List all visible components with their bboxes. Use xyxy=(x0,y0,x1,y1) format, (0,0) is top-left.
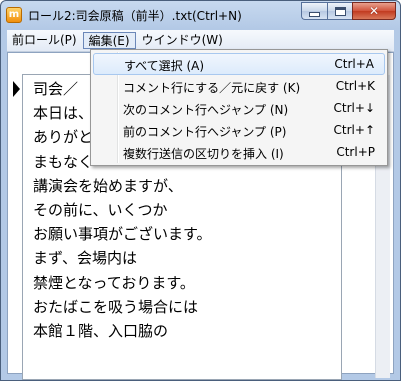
menu-item-label: すべて選択 (A) xyxy=(124,59,205,73)
maximize-icon xyxy=(334,6,346,16)
menu-item-shortcut: Ctrl+↓ xyxy=(333,101,375,115)
close-button[interactable]: ✕ xyxy=(352,2,396,20)
close-icon: ✕ xyxy=(368,4,380,18)
menu-item-toggle-comment[interactable]: コメント行にする／元に戻す (K) Ctrl+K xyxy=(93,76,385,98)
menu-edit[interactable]: 編集(E) xyxy=(82,32,136,49)
text-line: まず、会場内は xyxy=(33,249,137,268)
window-title: ロール2:司会原稿（前半）.txt(Ctrl+N) xyxy=(28,9,242,23)
menu-item-label: コメント行にする／元に戻す (K) xyxy=(123,81,301,95)
current-line-marker-icon xyxy=(13,81,20,97)
menu-item-prev-comment[interactable]: 前のコメント行へジャンプ (P) Ctrl+↑ xyxy=(93,120,385,142)
edit-menu-dropdown: すべて選択 (A) Ctrl+A コメント行にする／元に戻す (K) Ctrl+… xyxy=(90,49,388,166)
menu-item-label: 次のコメント行へジャンプ (N) xyxy=(123,103,289,117)
title-bar[interactable]: m ロール2:司会原稿（前半）.txt(Ctrl+N) ✕ xyxy=(1,1,400,30)
menu-item-select-all[interactable]: すべて選択 (A) Ctrl+A xyxy=(93,53,385,75)
menu-item-shortcut: Ctrl+P xyxy=(336,145,375,159)
menu-window[interactable]: ウインドウ(W) xyxy=(137,31,228,50)
minimize-button[interactable] xyxy=(301,2,327,20)
menu-item-label: 複数行送信の区切りを挿入 (I) xyxy=(123,147,284,161)
text-line: お願い事項がございます。 xyxy=(33,225,212,244)
window-controls: ✕ xyxy=(301,2,396,21)
menu-item-insert-separator[interactable]: 複数行送信の区切りを挿入 (I) Ctrl+P xyxy=(93,142,385,164)
text-line: その前に、いくつか xyxy=(33,200,168,219)
app-icon[interactable]: m xyxy=(6,7,22,23)
text-line: 講演会を始めますが、 xyxy=(33,176,183,195)
text-line: おたばこを吸う場合には xyxy=(33,297,199,316)
menu-prev-roll[interactable]: 前ロール(P) xyxy=(7,31,82,50)
minimize-icon xyxy=(309,11,320,17)
text-line: 禁煙となっております。 xyxy=(33,273,195,292)
menu-item-shortcut: Ctrl+A xyxy=(334,57,374,71)
maximize-button[interactable] xyxy=(327,2,352,20)
menu-item-next-comment[interactable]: 次のコメント行へジャンプ (N) Ctrl+↓ xyxy=(93,98,385,120)
text-line: 本館１階、入口脇の xyxy=(33,321,169,340)
menu-item-shortcut: Ctrl+K xyxy=(335,79,375,93)
menu-item-shortcut: Ctrl+↑ xyxy=(333,123,375,137)
menu-item-label: 前のコメント行へジャンプ (P) xyxy=(123,125,287,139)
